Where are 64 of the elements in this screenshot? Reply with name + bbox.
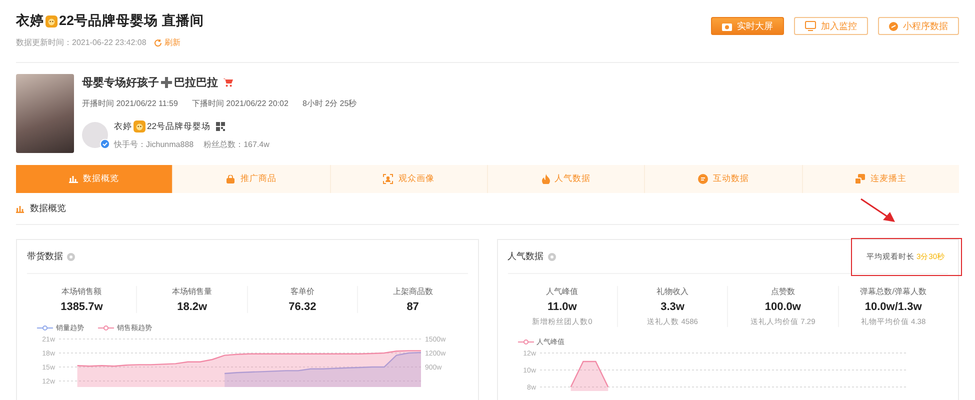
live-title-text: 巴拉巴拉 [174, 76, 218, 90]
page-title-text: 22号品牌母婴场 直播间 [59, 12, 204, 30]
flame-icon [542, 174, 550, 184]
metric-label: 上架商品数 [392, 286, 433, 297]
refresh-icon [154, 38, 162, 46]
legend-line-icon[interactable] [37, 325, 53, 331]
live-title-text: 母婴专场好孩子 [82, 76, 159, 90]
metric-label: 人气峰值 [546, 286, 578, 297]
nav-tab[interactable]: 互动数据 [645, 165, 803, 193]
header-button[interactable]: 实时大屏 [711, 17, 784, 35]
metric-value: 87 [406, 301, 419, 313]
header-button[interactable]: 加入监控 [794, 17, 868, 35]
bar-chart-icon [69, 175, 78, 183]
circle-icon [889, 22, 898, 30]
metric-label: 弹幕总数/弹幕人数 [860, 286, 926, 297]
end-time-text: 下播时间 2021/06/22 20:02 [192, 98, 288, 109]
nav-tab[interactable]: 人气数据 [488, 165, 646, 193]
annotation-arrow [860, 198, 896, 224]
nav-tab[interactable]: 数据概览 [16, 165, 174, 193]
bag-icon [226, 174, 236, 184]
bar-chart-icon [16, 204, 24, 212]
metric-label: 点赞数 [770, 286, 795, 297]
metric-value: 18.2w [177, 301, 208, 313]
card-title: 人气数据 [508, 250, 544, 263]
account-text: 快手号：Jichunma888 [114, 139, 194, 150]
metric-label: 本场销售量 [172, 286, 212, 297]
metric-value: 10.0w/1.3w [864, 301, 922, 313]
metric-label: 本场销售额 [62, 286, 102, 297]
anchor-name-text: 衣婷 [114, 120, 132, 132]
lion-emoji-icon [133, 120, 146, 133]
start-time-text: 开播时间 2021/06/22 11:59 [82, 98, 178, 109]
user-frame-icon [383, 174, 394, 184]
refresh-link[interactable]: 刷新 [154, 37, 180, 48]
metric-label: 礼物收入 [656, 286, 689, 297]
nav-tab[interactable]: 推广商品 [173, 165, 331, 193]
qr-code-icon[interactable] [216, 122, 226, 131]
fans-count-text: 粉丝总数：167.4w [204, 139, 270, 150]
duration-text: 8小时 2分 25秒 [302, 98, 357, 109]
cart-icon [223, 78, 233, 87]
legend-line-icon[interactable] [98, 325, 114, 331]
card-title: 带货数据 [27, 250, 63, 263]
metric-value: 76.32 [288, 301, 316, 313]
anchor-name-text: 22号品牌母婴场 [147, 120, 210, 132]
squares-icon [855, 174, 866, 184]
lion-emoji-icon [45, 14, 58, 28]
header-button[interactable]: 小程序数据 [878, 17, 959, 35]
update-time-text: 数据更新时间：2021-06-22 23:42:08 [16, 37, 146, 48]
help-icon[interactable] [548, 252, 556, 260]
metric-label: 客单价 [290, 286, 314, 297]
avatar [82, 122, 108, 148]
page-title-text: 衣婷 [16, 12, 44, 30]
metric-value: 1385.7w [60, 301, 103, 313]
nav-tab[interactable]: 连麦播主 [802, 165, 959, 193]
nav-tab[interactable]: 观众画像 [330, 165, 488, 193]
metric-value: 3.3w [660, 301, 684, 313]
section-title: 数据概览 [30, 202, 66, 215]
help-icon[interactable] [67, 252, 75, 260]
metric-value: 11.0w [548, 301, 577, 313]
metric-value: 100.0w [764, 301, 801, 313]
monitor-icon [805, 21, 816, 31]
plus-icon [161, 77, 172, 88]
chat-bubble-icon [698, 174, 708, 184]
camera-icon [722, 22, 732, 30]
legend-line-icon[interactable] [518, 339, 534, 345]
